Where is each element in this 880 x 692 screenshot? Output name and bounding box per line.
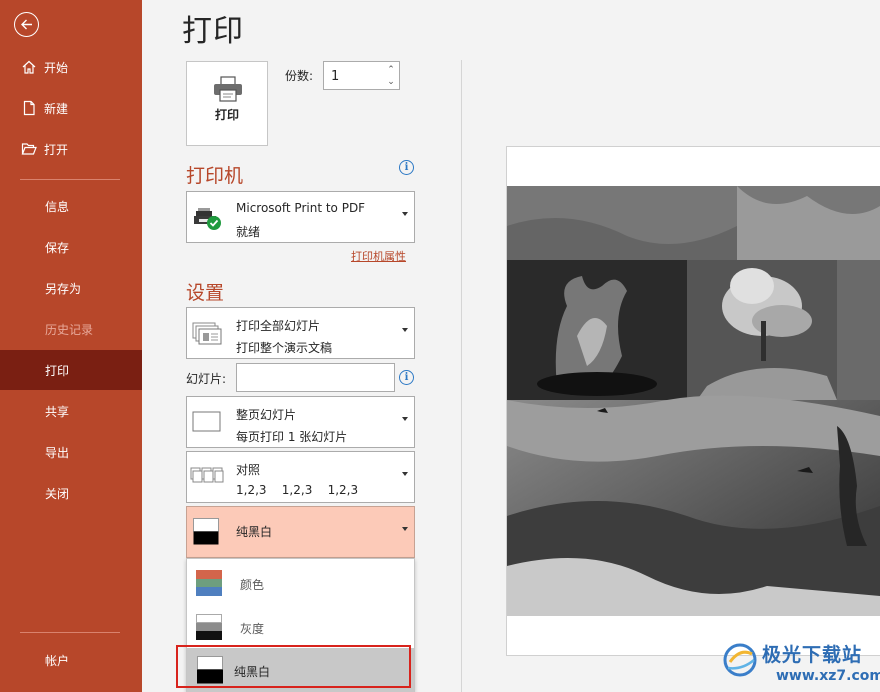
sidebar-item-label: 另存为 [45, 281, 82, 296]
back-arrow-icon[interactable] [14, 12, 39, 37]
page-title: 打印 [182, 14, 244, 49]
slides-input[interactable] [236, 363, 395, 392]
collate-line2: 1,2,3 1,2,3 1,2,3 [236, 483, 359, 497]
printer-section-title: 打印机 [186, 165, 244, 187]
new-file-icon [20, 99, 38, 117]
sidebar-divider [20, 179, 120, 180]
copies-label: 份数: [285, 69, 314, 83]
full-page-slide-icon [192, 411, 222, 436]
sidebar-item-close[interactable]: 关闭 [0, 473, 142, 513]
backstage-sidebar: 开始 新建 打开 信息 保存 另存为 历史记录 打印 共享 导出 关闭 帐户 [0, 0, 142, 692]
range-line1: 打印全部幻灯片 [236, 319, 321, 333]
dropdown-arrow-icon [402, 212, 408, 216]
printer-ready-icon [192, 204, 224, 235]
sidebar-item-label: 帐户 [45, 653, 70, 668]
sidebar-item-open[interactable]: 打开 [0, 129, 142, 169]
print-range-select[interactable]: 打印全部幻灯片 打印整个演示文稿 [186, 307, 415, 359]
sidebar-divider [20, 632, 120, 633]
highlight-annotation [176, 645, 411, 688]
watermark-swirl-icon [723, 643, 757, 677]
sidebar-item-label: 共享 [45, 404, 70, 419]
dropdown-arrow-icon [402, 328, 408, 332]
sidebar-item-history: 历史记录 [0, 309, 142, 349]
printer-name: Microsoft Print to PDF [236, 201, 366, 215]
sidebar-item-info[interactable]: 信息 [0, 186, 142, 226]
dropdown-arrow-icon [402, 417, 408, 421]
printer-properties-link[interactable]: 打印机属性 [351, 248, 406, 264]
copies-stepper[interactable]: 1 ⌃ ⌄ [323, 61, 400, 90]
black-white-icon [193, 518, 219, 549]
slides-label: 幻灯片: [186, 372, 227, 386]
sidebar-item-print[interactable]: 打印 [0, 350, 142, 390]
print-button-label: 打印 [214, 108, 239, 122]
sidebar-item-account[interactable]: 帐户 [0, 640, 142, 680]
sidebar-item-label: 信息 [45, 199, 70, 214]
color-swatch-icon [196, 570, 222, 599]
slide-preview-image [507, 186, 880, 616]
collate-icon [190, 467, 224, 490]
menu-item-label: 灰度 [240, 622, 265, 636]
sidebar-item-label: 历史记录 [45, 322, 94, 337]
print-button[interactable]: 打印 [186, 61, 268, 146]
sidebar-item-label: 打印 [45, 363, 70, 378]
color-mode-select[interactable]: 纯黑白 [186, 506, 415, 558]
dropdown-arrow-icon [402, 527, 408, 531]
dropdown-arrow-icon [402, 472, 408, 476]
printer-icon [212, 76, 244, 105]
sidebar-item-save-as[interactable]: 另存为 [0, 268, 142, 308]
menu-item-label: 颜色 [240, 578, 265, 592]
sidebar-item-label: 保存 [45, 240, 70, 255]
divider [461, 60, 462, 692]
range-line2: 打印整个演示文稿 [236, 341, 333, 355]
info-icon[interactable]: i [399, 160, 414, 175]
slides-stack-icon [192, 322, 222, 349]
sidebar-item-home[interactable]: 开始 [0, 47, 142, 87]
watermark-text: 极光下载站 [762, 644, 863, 666]
collate-line1: 对照 [236, 463, 261, 477]
folder-open-icon [20, 140, 38, 158]
sidebar-item-label: 关闭 [45, 486, 70, 501]
sidebar-item-share[interactable]: 共享 [0, 391, 142, 431]
layout-select[interactable]: 整页幻灯片 每页打印 1 张幻灯片 [186, 396, 415, 448]
menu-item-grayscale[interactable]: 灰度 [187, 605, 414, 649]
watermark-url: www.xz7.com [776, 668, 880, 684]
sidebar-item-export[interactable]: 导出 [0, 432, 142, 472]
chevron-up-icon[interactable]: ⌃ [385, 64, 397, 76]
sidebar-item-save[interactable]: 保存 [0, 227, 142, 267]
sidebar-item-label: 打开 [44, 142, 69, 157]
layout-line2: 每页打印 1 张幻灯片 [236, 430, 348, 444]
color-mode-value: 纯黑白 [236, 525, 273, 539]
watermark-logo: 极光下载站 www.xz7.com [720, 638, 880, 692]
printer-status: 就绪 [236, 225, 261, 239]
menu-item-color[interactable]: 颜色 [187, 561, 414, 605]
copies-value: 1 [331, 69, 340, 84]
sidebar-item-label: 开始 [44, 60, 69, 75]
collate-select[interactable]: 对照 1,2,3 1,2,3 1,2,3 [186, 451, 415, 503]
layout-line1: 整页幻灯片 [236, 408, 297, 422]
settings-section-title: 设置 [186, 282, 225, 304]
printer-select[interactable]: Microsoft Print to PDF 就绪 [186, 191, 415, 243]
sidebar-item-label: 导出 [45, 445, 70, 460]
info-icon[interactable]: i [399, 370, 414, 385]
home-icon [20, 58, 38, 76]
sidebar-item-label: 新建 [44, 101, 69, 116]
chevron-down-icon[interactable]: ⌄ [385, 76, 397, 88]
sidebar-item-new[interactable]: 新建 [0, 88, 142, 128]
grayscale-swatch-icon [196, 614, 222, 643]
